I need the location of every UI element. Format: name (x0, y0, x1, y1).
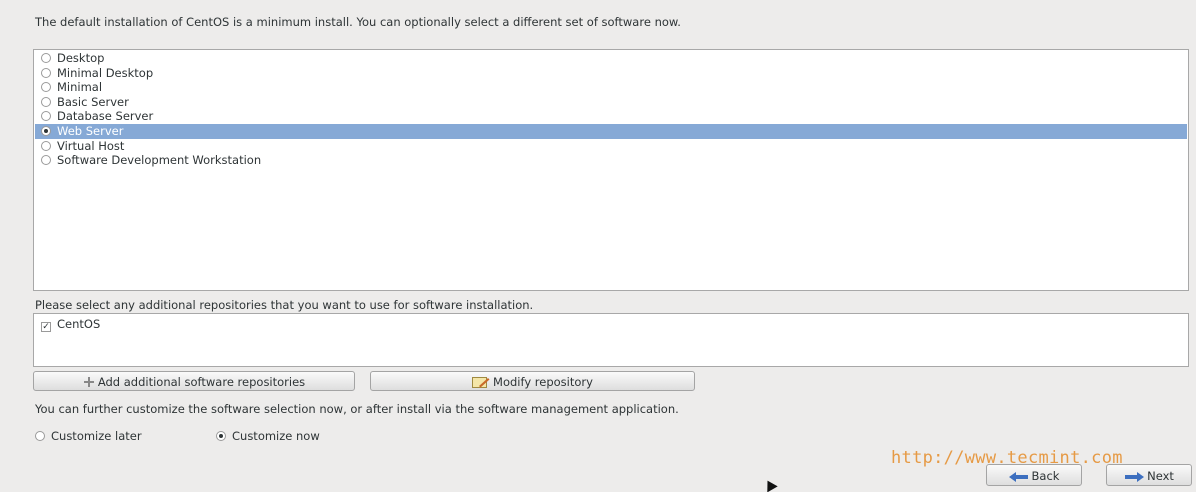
software-set-item-software-development-workstation[interactable]: Software Development Workstation (35, 153, 1187, 168)
software-set-item-virtual-host[interactable]: Virtual Host (35, 139, 1187, 154)
radio-icon[interactable] (216, 431, 226, 441)
repository-label: CentOS (57, 317, 101, 331)
software-set-list[interactable]: Desktop Minimal Desktop Minimal Basic Se… (33, 49, 1189, 291)
software-set-label: Database Server (57, 109, 154, 124)
mouse-cursor-icon (762, 477, 778, 492)
radio-icon[interactable] (35, 431, 45, 441)
software-set-item-database-server[interactable]: Database Server (35, 109, 1187, 124)
customize-now-option[interactable]: Customize now (216, 429, 320, 443)
radio-icon[interactable] (41, 111, 51, 122)
customize-later-label: Customize later (51, 429, 142, 443)
radio-icon[interactable] (41, 67, 51, 78)
customize-description: You can further customize the software s… (35, 402, 679, 416)
software-set-label: Virtual Host (57, 138, 125, 153)
checkbox-icon[interactable]: ✓ (41, 322, 51, 332)
next-button[interactable]: Next (1106, 464, 1192, 486)
plus-icon (83, 374, 95, 394)
software-set-label: Basic Server (57, 94, 129, 109)
software-set-item-minimal-desktop[interactable]: Minimal Desktop (35, 66, 1187, 81)
software-set-label: Minimal (57, 80, 103, 95)
software-set-item-web-server[interactable]: Web Server (35, 124, 1187, 139)
repositories-label: Please select any additional repositorie… (35, 298, 534, 312)
customize-later-option[interactable]: Customize later (35, 429, 142, 443)
software-set-item-desktop[interactable]: Desktop (35, 51, 1187, 66)
add-repositories-button[interactable]: Add additional software repositories (33, 371, 355, 391)
edit-icon (472, 374, 490, 394)
arrow-right-icon (1124, 467, 1145, 489)
radio-icon[interactable] (41, 155, 51, 166)
repository-item-centos[interactable]: ✓ CentOS (35, 317, 1187, 332)
back-button[interactable]: Back (986, 464, 1082, 486)
software-set-item-basic-server[interactable]: Basic Server (35, 95, 1187, 110)
software-set-label: Web Server (57, 124, 124, 138)
software-set-item-minimal[interactable]: Minimal (35, 80, 1187, 95)
repository-list[interactable]: ✓ CentOS (33, 313, 1189, 367)
modify-repository-label: Modify repository (493, 375, 593, 389)
software-set-label: Software Development Workstation (57, 153, 262, 168)
software-set-label: Minimal Desktop (57, 65, 154, 80)
radio-icon[interactable] (41, 96, 51, 107)
arrow-left-icon (1008, 467, 1029, 489)
radio-icon[interactable] (41, 140, 51, 151)
customize-now-label: Customize now (232, 429, 320, 443)
next-label: Next (1147, 469, 1174, 483)
add-repositories-label: Add additional software repositories (97, 375, 306, 389)
radio-icon[interactable] (41, 82, 51, 93)
modify-repository-button[interactable]: Modify repository (370, 371, 695, 391)
back-label: Back (1031, 469, 1060, 483)
radio-icon[interactable] (41, 126, 51, 136)
software-set-label: Desktop (57, 51, 105, 65)
intro-text: The default installation of CentOS is a … (35, 15, 681, 29)
radio-icon[interactable] (41, 53, 51, 63)
